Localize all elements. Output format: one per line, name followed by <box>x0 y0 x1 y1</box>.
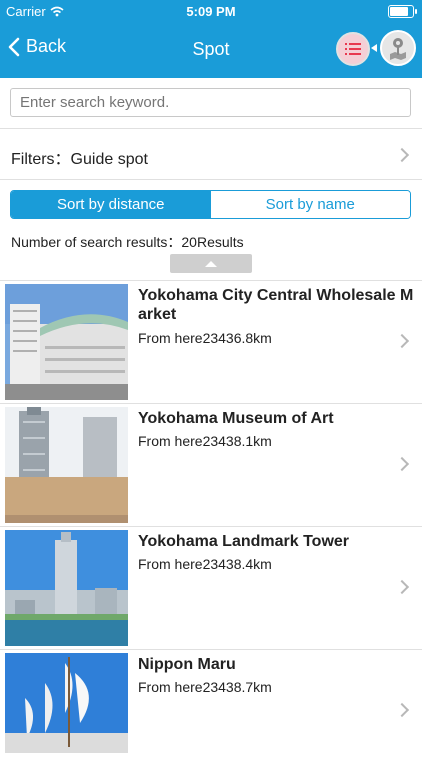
status-time: 5:09 PM <box>186 4 236 19</box>
collapse-toggle-button[interactable] <box>170 254 252 273</box>
spot-name: Nippon Maru <box>138 656 236 673</box>
sort-by-name-button[interactable]: Sort by name <box>210 191 410 218</box>
search-input[interactable] <box>10 88 411 117</box>
chevron-right-icon <box>394 147 410 163</box>
spot-distance: From here23438.1km <box>138 433 272 449</box>
caret-up-icon <box>205 260 217 267</box>
battery-fill <box>390 7 408 16</box>
chevron-right-icon <box>394 456 410 472</box>
spot-thumbnail <box>5 530 128 646</box>
result-count: Number of search results：20Results <box>11 234 244 250</box>
spot-thumbnail <box>5 284 128 400</box>
sort-segmented-control: Sort by distance Sort by name <box>10 190 411 219</box>
spot-thumbnail <box>5 653 128 769</box>
map-view-button[interactable] <box>380 30 416 66</box>
sort-by-distance-button[interactable]: Sort by distance <box>11 191 211 218</box>
list-view-button[interactable] <box>336 32 370 66</box>
battery-icon <box>388 5 417 18</box>
divider <box>0 179 422 180</box>
list-item[interactable]: Yokohama City Central Wholesale Market F… <box>0 281 422 403</box>
spot-distance: From here23438.4km <box>138 556 272 572</box>
list-icon <box>345 43 361 55</box>
search-bar <box>0 78 422 128</box>
spot-name: Yokohama Landmark Tower <box>138 533 350 550</box>
filter-row[interactable]: Filters：Guide spot <box>0 129 422 179</box>
selected-indicator <box>371 44 377 52</box>
chevron-right-icon <box>394 579 410 595</box>
spot-distance: From here23436.8km <box>138 330 272 346</box>
spot-name: Yokohama City Central Wholesale Market <box>138 287 414 323</box>
list-item[interactable]: Yokohama Museum of Art From here23438.1k… <box>0 404 422 526</box>
list-item[interactable]: Nippon Maru From here23438.7km <box>0 650 422 772</box>
nav-bar: Back Spot <box>0 22 422 78</box>
spot-distance: From here23438.7km <box>138 679 272 695</box>
map-pin-icon <box>390 38 406 60</box>
chevron-right-icon <box>394 702 410 718</box>
status-bar: Carrier 5:09 PM <box>0 0 422 22</box>
chevron-right-icon <box>394 333 410 349</box>
spot-thumbnail <box>5 407 128 523</box>
filter-label: Filters：Guide spot <box>11 151 148 168</box>
spot-name: Yokohama Museum of Art <box>138 410 334 427</box>
list-item[interactable]: Yokohama Landmark Tower From here23438.4… <box>0 527 422 649</box>
app-header: Carrier 5:09 PM Back Spot <box>0 0 422 78</box>
